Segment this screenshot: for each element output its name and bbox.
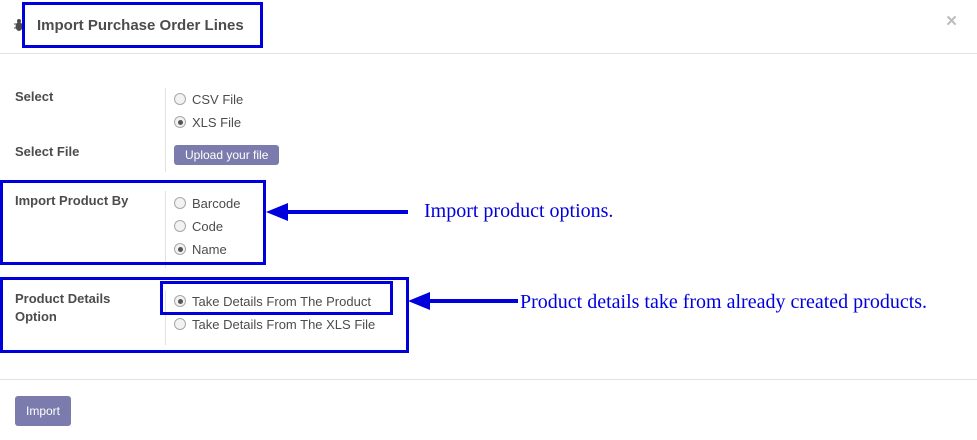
import-button[interactable]: Import: [15, 396, 71, 426]
title-highlight-box: [22, 2, 263, 48]
radio-button[interactable]: [174, 116, 186, 128]
annotation-import-product: Import product options.: [424, 200, 614, 222]
radio-xls-file[interactable]: XLS File: [174, 113, 241, 131]
annotation-product-details: Product details take from already create…: [520, 291, 928, 313]
header-divider: [0, 53, 977, 54]
take-details-highlight-box: [160, 281, 393, 315]
close-icon[interactable]: ×: [946, 11, 957, 33]
radio-button[interactable]: [174, 93, 186, 105]
radio-label: CSV File: [192, 91, 244, 107]
upload-file-button[interactable]: Upload your file: [174, 145, 280, 165]
select-label: Select: [15, 89, 54, 104]
arrow-left-icon: [266, 203, 408, 221]
select-file-label: Select File: [15, 144, 80, 159]
arrow-left-icon: [408, 292, 518, 310]
field-divider: [165, 88, 166, 172]
radio-csv-file[interactable]: CSV File: [174, 90, 243, 108]
import-product-highlight-box: [0, 180, 266, 265]
radio-label: XLS File: [192, 114, 242, 130]
footer-divider: [0, 379, 977, 380]
